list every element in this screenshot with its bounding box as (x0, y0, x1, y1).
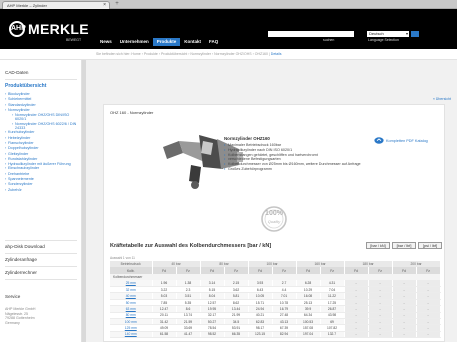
main-content: « Übersicht OHZ 160 - Normzylinder Normz… (86, 60, 457, 342)
table-row: 140 mm 61.58 41.47 98.52 66.35 123.15 82.94 197… (110, 331, 441, 339)
sidebar-divider (5, 266, 77, 267)
nav-item[interactable]: Kontakt (180, 38, 205, 46)
breadcrumb: Sie befinden sich hier: Home › Produkte … (0, 49, 457, 60)
table-cell: 66.35 (224, 331, 249, 339)
force-table-title: Kräftetabelle zur Auswahl des Kolbendurc… (110, 243, 272, 249)
sidebar-cad-link[interactable]: CAD-Daten (5, 70, 29, 75)
address-line: AHP Merkle GmbH (5, 307, 36, 311)
sidebar-list: BlockzylinderSchiebermittelStandardzylin… (5, 92, 79, 193)
unit-button-psi-lbf[interactable]: [psi / lbf] (418, 242, 442, 249)
table-cell: 98.52 (200, 331, 225, 339)
search-label: suchen (323, 38, 335, 42)
feature-list: Maximaler Betriebsdruck 160barHydraulikz… (224, 143, 394, 172)
badge-word: Quality (267, 219, 281, 224)
sidebar-link-anfrage[interactable]: Zylinderanfrage (5, 257, 37, 262)
main-nav: News Unternehmen Produkte Kontakt FAQ (96, 38, 222, 46)
nav-item[interactable]: Unternehmen (116, 38, 153, 46)
sidebar-divider (5, 240, 77, 241)
browser-tab[interactable]: AHP Merkle – Zylinder × (2, 1, 110, 9)
pdf-catalog-icon[interactable] (374, 137, 384, 144)
sidebar-divider (5, 253, 77, 254)
language-value: Deutsch (369, 31, 384, 36)
sidebar-item[interactable]: Zubehör (5, 188, 79, 193)
table-cell: 61.58 (152, 331, 177, 339)
product-title: OHZ 160 - Normzylinder (110, 110, 154, 115)
table-cell: 123.15 (248, 331, 273, 339)
sidebar-heading[interactable]: Produktübersicht (5, 83, 46, 89)
product-card: OHZ 160 - Normzylinder Normzylinder OHZ1… (103, 104, 445, 342)
table-cell: 82.94 (272, 331, 297, 339)
address-line: Germany (5, 320, 20, 325)
new-tab-button[interactable]: + (112, 1, 122, 8)
sidebar-item[interactable]: Normzylinder OHZ/OHS 6022/6 / DIN 24333 (5, 122, 79, 131)
sidebar: CAD-Daten Produktübersicht Blockzylinder… (0, 60, 82, 342)
table-cell: 197.04 (296, 331, 321, 339)
site-header: AHP MERKLE BEWEGT News Unternehmen Produkt… (0, 9, 457, 49)
nav-item[interactable]: FAQ (205, 38, 222, 46)
sidebar-link-download[interactable]: ahp-Disk Download (5, 244, 45, 249)
sidebar-divider (5, 279, 77, 280)
logo-subtitle: BEWEGT (66, 38, 82, 42)
badge-number: 100% (265, 210, 283, 217)
sidebar-divider (5, 79, 77, 80)
back-to-overview-link[interactable]: « Übersicht (433, 97, 451, 101)
table-cell: - (392, 331, 417, 339)
table-note: Auswahl 1 von 11 (110, 256, 135, 260)
logo-mark-icon: AHP (9, 21, 26, 37)
breadcrumb-text: Sie befinden sich hier: Home › Produkte … (96, 52, 282, 56)
chevron-down-icon: ▾ (405, 31, 408, 36)
language-go-button[interactable] (411, 31, 419, 37)
quality-badge: 100% Quality (256, 205, 292, 233)
nav-item[interactable]: Produkte (152, 38, 181, 46)
nav-item[interactable]: News (96, 38, 116, 46)
breadcrumb-current: Details (269, 52, 282, 56)
breadcrumb-path[interactable]: Sie befinden sich hier: Home › Produkte … (96, 52, 270, 56)
browser-tabstrip: AHP Merkle – Zylinder × + (0, 0, 457, 9)
browser-tab-title: AHP Merkle – Zylinder (7, 3, 47, 8)
table-cell: 132.7 (320, 331, 345, 339)
table-cell: 41.47 (176, 331, 201, 339)
force-table: Betriebsdruck 40 bar 80 bar 100 bar 160 bar 1… (110, 261, 441, 339)
piston-diameter-link[interactable]: 140 mm (110, 331, 153, 339)
company-address: AHP Merkle GmbH Nägelesstr. 25 79288 Got… (5, 307, 36, 325)
unit-button-bar-lbf[interactable]: [bar / lbf] (392, 242, 416, 249)
site-logo[interactable]: AHP MERKLE BEWEGT (9, 21, 89, 43)
sidebar-link-rechner[interactable]: Zylinderrechner (5, 270, 37, 275)
sidebar-service-link[interactable]: Service (5, 294, 20, 299)
pdf-catalog-link[interactable]: Kompletten PDF Katalog (386, 139, 428, 143)
close-icon[interactable]: × (103, 2, 106, 9)
unit-button-bar-kn[interactable]: [bar / kN] (366, 242, 390, 249)
product-name: Normzylinder OHZ160 (224, 136, 270, 141)
language-label: Language Selection (368, 38, 399, 42)
table-cell: - (416, 331, 441, 339)
logo-text: MERKLE (28, 21, 89, 37)
search-input[interactable] (268, 31, 354, 37)
language-select[interactable]: Deutsch ▾ (367, 31, 409, 37)
table-cell: - (368, 331, 393, 339)
sidebar-item[interactable]: Normzylinder OHZ/OHS DIN/ISO 6020/1 (5, 113, 79, 122)
feature-item: Großes Zubehörprogramm (224, 167, 394, 172)
table-cell: - (344, 331, 369, 339)
